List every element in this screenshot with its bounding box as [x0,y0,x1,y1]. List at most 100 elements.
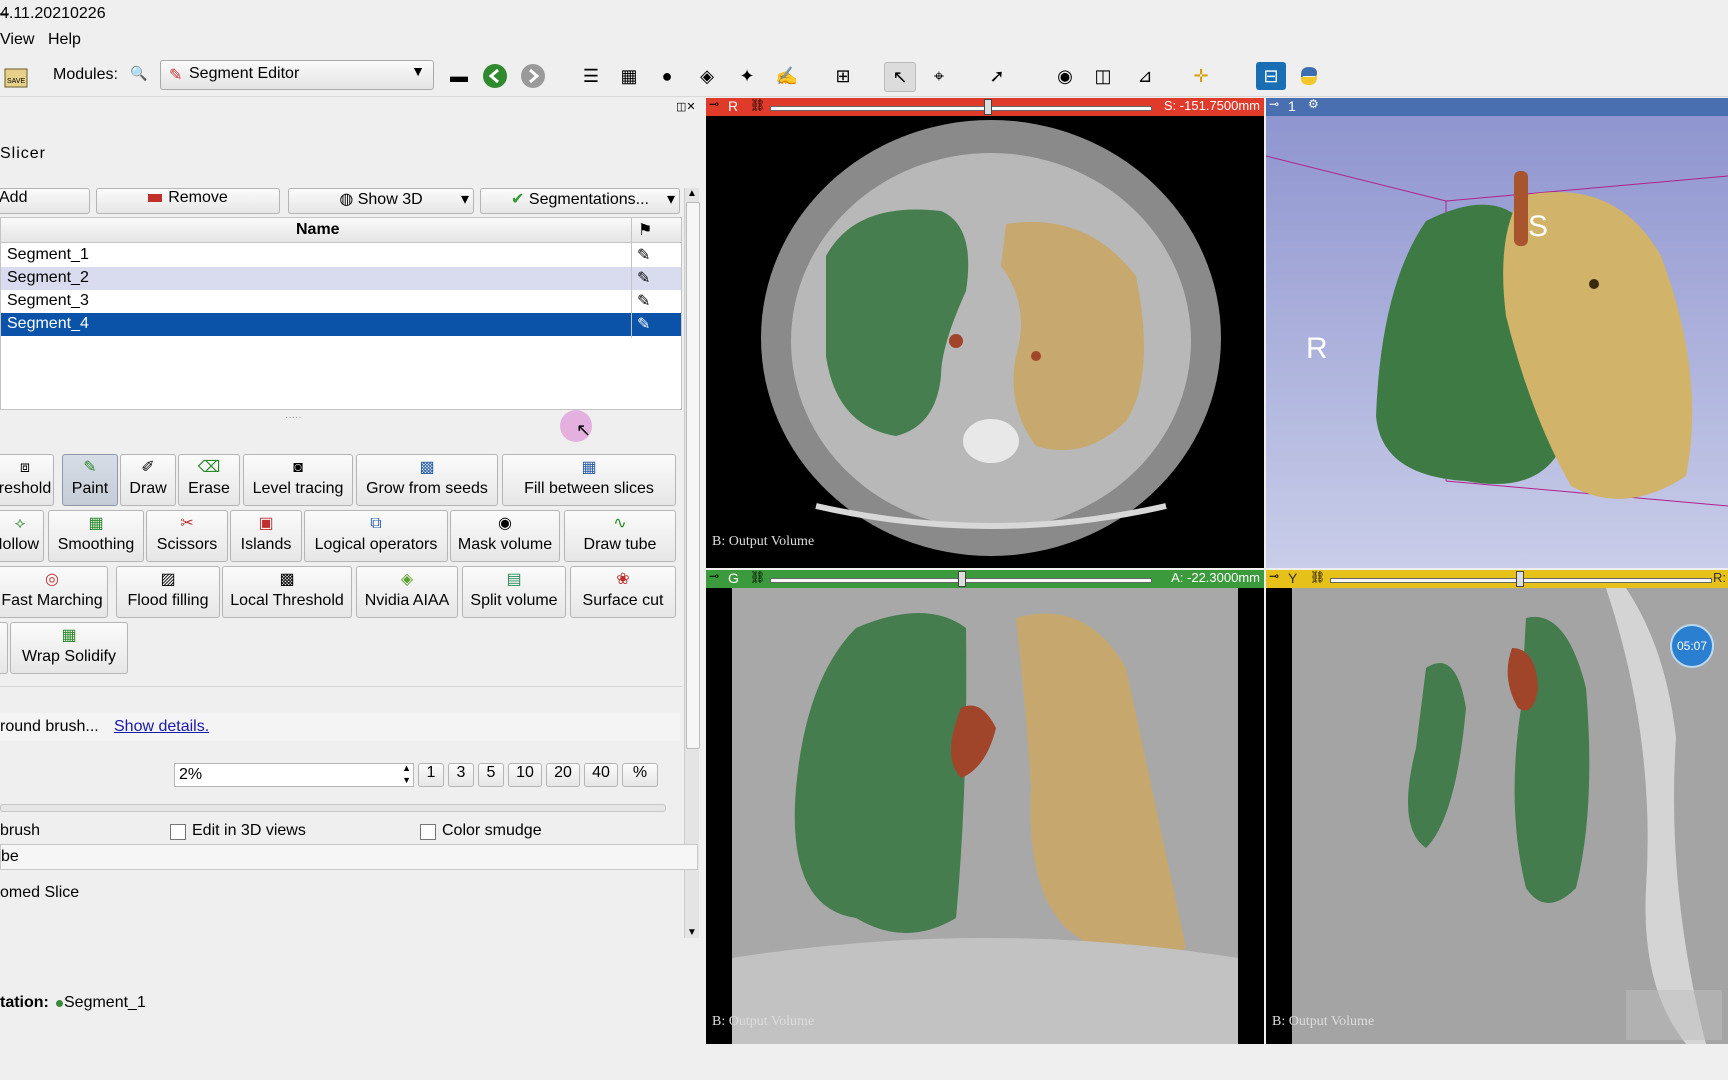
table-row-selected[interactable]: Segment_4 ✎ [1,313,681,336]
screenshot-icon[interactable]: ◉ [1050,62,1080,90]
column-name[interactable]: Name [296,221,340,239]
crosshair-icon[interactable]: ✛ [1186,62,1216,90]
effect-smoothing-button[interactable]: ▦ Smoothing [48,510,144,562]
segmentations-button[interactable]: ✔ Segmentations... ▾ [480,188,680,214]
spin-arrows-icon[interactable]: ▲ ▼ [402,762,411,786]
effect-overflow-button[interactable] [0,622,8,674]
effect-erase-button[interactable]: ⌫ Erase [178,454,240,506]
preset-40-button[interactable]: 40 [584,763,618,787]
python-console-icon[interactable] [1294,62,1324,90]
scrollbar-thumb[interactable] [686,202,700,749]
effect-local-threshold-button[interactable]: ▩ Local Threshold [222,566,352,618]
effect-surface-cut-button[interactable]: ❀ Surface cut [570,566,676,618]
horizontal-scrollbar[interactable] [0,804,666,812]
layout-icon[interactable]: ⊞ [828,62,858,90]
flag-icon[interactable]: ⚑ [638,220,652,240]
preset-1-button[interactable]: 1 [418,763,444,787]
models-icon[interactable]: ● [652,62,682,90]
show-details-link[interactable]: Show details. [114,718,209,736]
pin-icon[interactable]: ⊸ [1269,569,1279,583]
remove-segment-button[interactable]: Remove [96,188,280,214]
collapsible-section-header[interactable]: be [0,844,698,870]
preset-3-button[interactable]: 3 [448,763,474,787]
pointer-mode-icon[interactable]: ↖ [884,62,916,92]
red-slice-view[interactable]: ⊸ R ⛓ S: -151.7500mm B: Output Volume [706,97,1264,568]
show3d-button[interactable]: ◍ Show 3D ▾ [288,188,474,214]
transforms-icon[interactable]: ◈ [692,62,722,90]
link-icon[interactable]: ⛓ [1310,570,1325,584]
preset-10-button[interactable]: 10 [508,763,542,787]
edit-pencil-icon[interactable]: ✎ [637,268,650,288]
effect-draw-tube-button[interactable]: ∿ Draw tube [564,510,676,562]
effect-split-volume-button[interactable]: ▤ Split volume [462,566,566,618]
slice-slider-knob[interactable] [1516,571,1524,587]
brush-diameter-spinbox[interactable]: 2% ▲ ▼ [174,763,414,787]
pin-icon[interactable]: ⊸ [1269,97,1279,111]
data-module-icon[interactable]: ☰ [576,62,606,90]
extension-manager-icon[interactable]: ⊟ [1256,62,1286,90]
threed-view[interactable]: ⊸ 1 ⚙ S R [1266,97,1728,568]
table-row[interactable]: Segment_3 ✎ [1,290,681,313]
link-icon[interactable]: ⛓ [750,98,765,112]
fiducial-place-icon[interactable]: ➚ [982,62,1012,90]
add-segment-button[interactable]: Add [0,188,90,214]
effect-mask-volume-button[interactable]: ◉ Mask volume [450,510,560,562]
volumes-icon[interactable]: ▦ [614,62,644,90]
module-history-icon[interactable]: ▬ [444,62,474,90]
minimize-button[interactable]: – [0,5,1538,23]
effect-draw-button[interactable]: ✐ Draw [120,454,176,506]
save-icon[interactable]: SAVE [2,62,30,90]
effect-hollow-button[interactable]: ⟡ Hollow [0,510,44,562]
edit-pencil-icon[interactable]: ✎ [637,245,650,265]
float-panel-icon[interactable]: ◫✕ [676,100,696,113]
ruler-icon[interactable]: ⊿ [1130,62,1160,90]
link-icon[interactable]: ⛓ [750,570,765,584]
preset-percent-button[interactable]: % [622,763,658,787]
effect-fill-between-slices-button[interactable]: ▦ Fill between slices [502,454,676,506]
menu-help[interactable]: Help [48,31,81,49]
yellow-slice-view[interactable]: ⊸ Y ⛓ R: 05:07 B: Output Volume [1266,569,1728,1044]
show3d-dropdown-icon[interactable]: ▾ [461,189,469,209]
effect-paint-button[interactable]: ✎ Paint [62,454,118,506]
effect-wrap-solidify-button[interactable]: ▦ Wrap Solidify [10,622,128,674]
slice-slider-knob[interactable] [958,571,966,587]
effect-flood-filling-button[interactable]: ▨ Flood filling [116,566,220,618]
module-selector[interactable]: ✎ Segment Editor ▼ [160,60,434,90]
effect-scissors-button[interactable]: ✂ Scissors [146,510,228,562]
effect-nvidia-aiaa-button[interactable]: ◈ Nvidia AIAA [356,566,458,618]
segmentations-dropdown-icon[interactable]: ▾ [667,189,675,209]
pin-icon[interactable]: ⊸ [709,97,719,111]
table-row[interactable]: Segment_1 ✎ [1,244,681,267]
edit-3d-checkbox[interactable] [170,824,186,840]
pin-icon[interactable]: ⊸ [709,569,719,583]
markups-icon[interactable]: ✦ [732,62,762,90]
edit-pencil-icon[interactable]: ✎ [637,314,650,334]
segments-table[interactable]: Name ⚑ Segment_1 ✎ Segment_2 ✎ Segment_3 ✎ … [0,217,682,410]
scroll-up-icon[interactable]: ▲ [687,188,697,199]
scene-view-icon[interactable]: ◫ [1088,62,1118,90]
effect-level-tracing-button[interactable]: ◙ Level tracing [243,454,353,506]
forward-arrow-icon[interactable] [518,62,548,90]
scroll-down-icon[interactable]: ▼ [687,927,697,938]
effect-threshold-button[interactable]: ⧈ reshold [0,454,54,506]
preset-20-button[interactable]: 20 [546,763,580,787]
segment-tool-icon[interactable]: ✍ [772,62,802,90]
settings-gear-icon[interactable]: ⚙ [1308,97,1319,111]
table-row[interactable]: Segment_2 ✎ [1,267,681,290]
edit-pencil-icon[interactable]: ✎ [637,291,650,311]
panel-scrollbar[interactable]: ▲ ▼ [684,188,700,938]
module-search-icon[interactable]: 🔍 [130,65,147,82]
back-arrow-icon[interactable] [480,62,510,90]
effect-fast-marching-button[interactable]: ◎ Fast Marching [0,566,108,618]
color-smudge-checkbox[interactable] [420,824,436,840]
crosshair-place-icon[interactable]: ⌖ [924,62,954,90]
green-slice-view[interactable]: ⊸ G ⛓ A: -22.3000mm B: Output Volume [706,569,1264,1044]
effect-islands-button[interactable]: ▣ Islands [230,510,302,562]
preset-5-button[interactable]: 5 [478,763,504,787]
menu-view[interactable]: View [0,31,34,49]
slice-slider-knob[interactable] [984,99,992,115]
splitter-handle[interactable]: ····· [285,412,302,423]
effect-grow-from-seeds-button[interactable]: ▩ Grow from seeds [356,454,498,506]
slice-offset-slider[interactable] [770,106,1152,111]
effect-logical-operators-button[interactable]: ⧉ Logical operators [304,510,448,562]
